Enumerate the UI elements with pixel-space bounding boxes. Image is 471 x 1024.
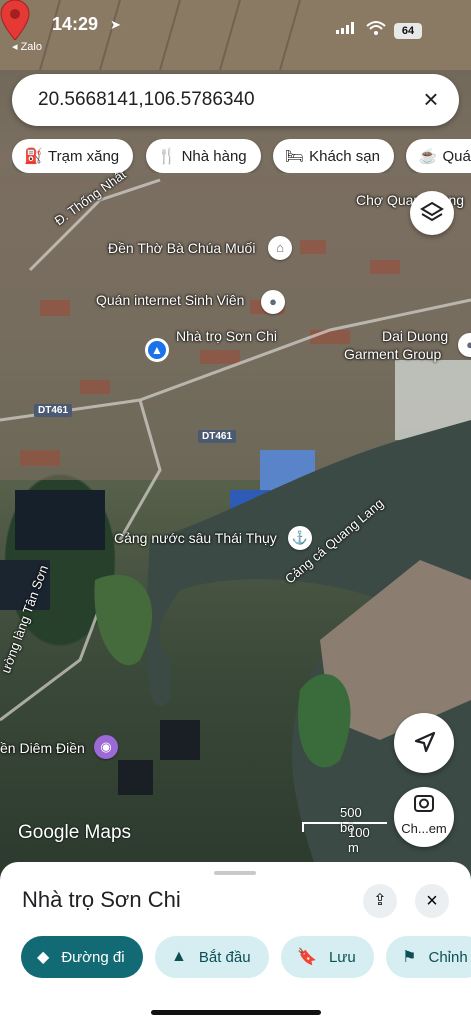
battery-icon: 64 <box>394 23 422 39</box>
place-label-garment[interactable]: Garment Group <box>344 346 441 362</box>
start-button[interactable]: ▲ Bắt đầu <box>155 936 269 978</box>
close-icon: × <box>426 890 438 912</box>
chip-restaurant[interactable]: 🍴 Nhà hàng <box>145 139 261 173</box>
navigation-arrow-icon: ▲ <box>171 948 187 965</box>
search-bar[interactable]: 20.5668141,106.5786340 × <box>12 74 459 126</box>
chip-label: Khách sạn <box>309 147 380 165</box>
camera-icon[interactable]: ◉ <box>94 735 118 759</box>
directions-button[interactable]: ◆ Đường đi <box>21 936 143 978</box>
place-marker-icon[interactable]: ● <box>261 290 285 314</box>
navigation-icon <box>414 731 436 753</box>
status-time: 14:29 <box>52 14 99 34</box>
road-label-dt461: DT461 <box>34 404 73 417</box>
action-label: Lưu <box>328 948 356 966</box>
current-location-icon: ▲ <box>145 338 169 362</box>
gas-station-icon: ⛽ <box>24 148 43 165</box>
place-label-den-tho[interactable]: Đền Thờ Bà Chúa Muối <box>108 240 255 256</box>
edit-button[interactable]: ⚑ Chỉnh <box>386 936 471 978</box>
place-label-nha-tro[interactable]: Nhà trọ Sơn Chi <box>176 328 277 344</box>
flag-icon: ⚑ <box>402 949 417 966</box>
my-location-button[interactable] <box>394 713 454 773</box>
lens-label: Ch...em <box>401 821 447 836</box>
chip-label: Nhà hàng <box>181 147 247 165</box>
search-query[interactable]: 20.5668141,106.5786340 <box>38 89 255 111</box>
action-label: Chỉnh <box>428 948 468 966</box>
google-maps-logo: Google Maps <box>18 822 132 843</box>
place-label-diem-dien[interactable]: ền Diêm Điền <box>0 740 85 756</box>
satellite-map[interactable]: Đ. Thống Nhất Chợ Quang Lang Đền Thờ Bà … <box>0 0 471 880</box>
drag-handle[interactable] <box>214 871 256 875</box>
share-icon: ⇪ <box>373 892 387 909</box>
lens-button[interactable]: Ch...em <box>394 787 454 847</box>
wifi-icon <box>366 21 386 35</box>
place-label-quan-internet[interactable]: Quán internet Sinh Viên <box>96 292 244 308</box>
bookmark-icon: 🔖 <box>297 949 317 966</box>
save-button[interactable]: 🔖 Lưu <box>281 936 374 978</box>
place-title: Nhà trọ Sơn Chi <box>22 887 181 912</box>
share-button[interactable]: ⇪ <box>363 884 397 918</box>
coffee-icon: ☕ <box>418 148 438 165</box>
chip-label: Trạm xăng <box>48 147 120 165</box>
place-sheet: Nhà trọ Sơn Chi ⇪ × ◆ Đường đi ▲ Bắt đầu… <box>0 862 471 1024</box>
chip-hotel[interactable]: 🛏 Khách sạn <box>273 139 394 173</box>
cell-signal-icon <box>336 22 354 34</box>
chip-gas-station[interactable]: ⛽ Trạm xăng <box>12 139 134 173</box>
close-button[interactable]: × <box>415 884 449 918</box>
back-to-app-link[interactable]: ◂ Zalo <box>12 40 42 53</box>
clear-search-button[interactable]: × <box>417 86 445 114</box>
road-label-dt461: DT461 <box>198 430 237 443</box>
layers-icon <box>420 201 444 222</box>
chip-coffee[interactable]: ☕ Quán <box>406 139 471 173</box>
location-arrow-icon: ➤ <box>110 17 121 32</box>
restaurant-icon: 🍴 <box>157 148 177 165</box>
action-label: Bắt đầu <box>198 948 251 966</box>
status-bar: 14:29 ➤ ◂ Zalo 64 <box>0 0 471 53</box>
chip-label: Quán <box>442 147 471 165</box>
hotel-icon: 🛏 <box>285 148 305 165</box>
scale-bottom-label: 100 m <box>348 825 370 855</box>
action-buttons: ◆ Đường đi ▲ Bắt đầu 🔖 Lưu ⚑ Chỉnh <box>21 936 471 978</box>
place-label-cang-nuoc-sau[interactable]: Cảng nước sâu Thái Thụy <box>114 530 277 546</box>
action-label: Đường đi <box>61 948 125 966</box>
directions-icon: ◆ <box>37 949 50 966</box>
layers-button[interactable] <box>410 191 454 235</box>
camera-search-icon <box>414 795 434 812</box>
category-chips: ⛽ Trạm xăng 🍴 Nhà hàng 🛏 Khách sạn ☕ Quá… <box>12 139 471 173</box>
port-icon[interactable]: ⚓ <box>288 526 312 550</box>
museum-icon[interactable]: ⌂ <box>268 236 292 260</box>
home-indicator[interactable] <box>151 1010 321 1015</box>
place-label-dai-duong[interactable]: Dai Duong <box>382 328 448 344</box>
